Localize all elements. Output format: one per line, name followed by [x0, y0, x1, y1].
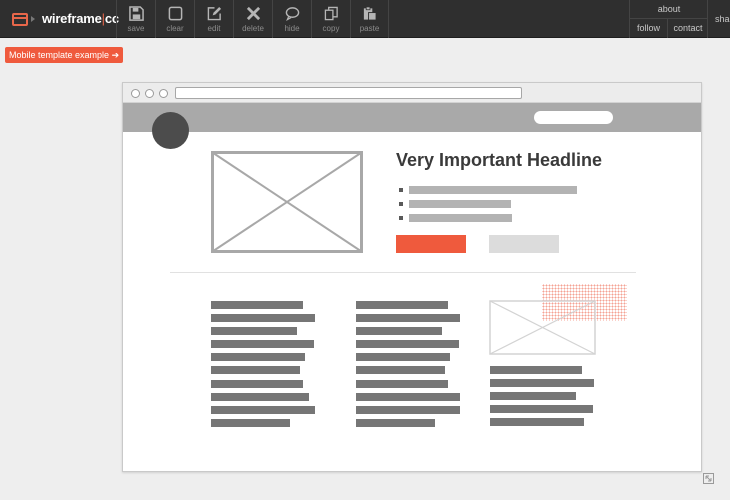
- window-dot-minimize: [145, 89, 154, 98]
- mock-text-column-3: [490, 366, 594, 431]
- edit-label: edit: [207, 24, 221, 33]
- about-link[interactable]: about: [630, 0, 708, 19]
- brand-logo: wireframe|cc: [42, 11, 119, 26]
- speech-bubble-icon: [285, 7, 299, 21]
- tool-group: save clear edit delete hide copy paste: [116, 0, 389, 38]
- address-bar: [175, 87, 522, 99]
- image-placeholder-small-icon: [489, 300, 596, 355]
- edit-button[interactable]: edit: [194, 0, 233, 38]
- top-toolbar: wireframe|cc save clear edit delete hide…: [0, 0, 730, 38]
- mock-bullet-list: [399, 183, 577, 225]
- clear-label: clear: [166, 24, 184, 33]
- save-button[interactable]: save: [116, 0, 155, 38]
- mock-headline: Very Important Headline: [396, 150, 603, 170]
- resize-icon[interactable]: [703, 473, 714, 484]
- pencil-square-icon: [207, 6, 221, 21]
- save-label: save: [127, 24, 145, 33]
- clipboard-icon: [363, 6, 377, 21]
- hide-button[interactable]: hide: [272, 0, 311, 38]
- list-item: [399, 197, 577, 211]
- copy-button[interactable]: copy: [311, 0, 350, 38]
- wireframe-canvas[interactable]: Very Important Headline: [122, 82, 702, 472]
- template-example-badge[interactable]: Mobile template example ➔: [5, 47, 124, 63]
- window-dot-close: [131, 89, 140, 98]
- x-icon: [246, 6, 260, 21]
- mock-primary-button: [396, 235, 466, 253]
- mock-secondary-button: [489, 235, 559, 253]
- arrow-right-icon: ➔: [111, 50, 120, 60]
- right-nav: about follow contact: [629, 0, 708, 38]
- window-dot-maximize: [159, 89, 168, 98]
- hide-label: hide: [284, 24, 300, 33]
- clear-button[interactable]: clear: [155, 0, 194, 38]
- list-item: [399, 183, 577, 197]
- mock-text-column-2: [356, 301, 460, 432]
- floppy-disk-icon: [128, 6, 144, 21]
- follow-link[interactable]: follow: [630, 19, 668, 38]
- caret-right-icon: [31, 16, 35, 22]
- delete-button[interactable]: delete: [233, 0, 272, 38]
- copy-icon: [324, 6, 338, 21]
- list-item: [399, 211, 577, 225]
- mock-site-header: [123, 103, 701, 132]
- mock-search-bar: [534, 111, 613, 124]
- paste-label: paste: [359, 24, 380, 33]
- share-link[interactable]: share: [707, 0, 730, 38]
- mock-divider: [170, 272, 636, 273]
- delete-label: delete: [242, 24, 264, 33]
- browser-chrome: [123, 83, 701, 103]
- mock-logo: [152, 112, 189, 149]
- badge-label: Mobile template example: [9, 50, 110, 60]
- mock-text-column-1: [211, 301, 315, 432]
- paste-button[interactable]: paste: [350, 0, 389, 38]
- image-placeholder-icon: [211, 151, 363, 253]
- blank-square-icon: [168, 6, 182, 21]
- contact-link[interactable]: contact: [668, 19, 708, 38]
- copy-label: copy: [322, 24, 340, 33]
